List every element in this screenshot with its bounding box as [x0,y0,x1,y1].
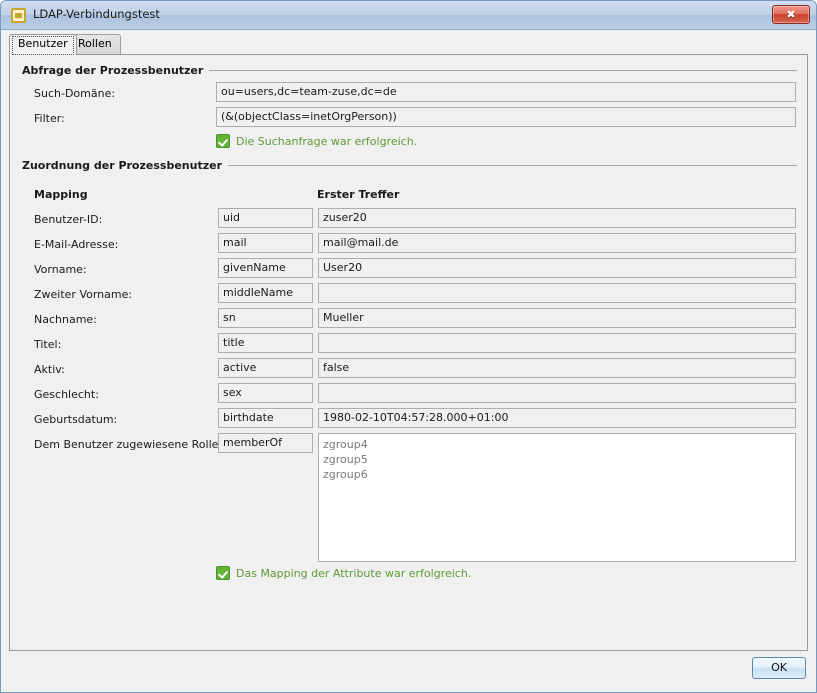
status-query-label: Die Suchanfrage war erfolgreich. [236,134,417,149]
label-benutzer-id: Benutzer-ID: [34,213,102,226]
status-mapping-label: Das Mapping der Attribute war erfolgreic… [236,566,471,581]
column-header-erster-treffer: Erster Treffer [317,188,399,201]
role-item: zgroup6 [323,467,791,482]
value-benutzer-id[interactable]: zuser20 [318,208,796,228]
label-nachname: Nachname: [34,313,97,326]
label-zweiter-vorname: Zweiter Vorname: [34,288,132,301]
window-title: LDAP-Verbindungstest [33,7,160,21]
attr-zweiter-vorname[interactable]: middleName [218,283,313,303]
attr-zugewiesene-rollen[interactable]: memberOf [218,433,313,453]
group-title-mapping: Zuordnung der Prozessbenutzer [22,159,228,172]
value-email-adresse[interactable]: mail@mail.de [318,233,796,253]
column-header-mapping: Mapping [34,188,88,201]
tab-benutzer[interactable]: Benutzer [9,34,77,55]
label-aktiv: Aktiv: [34,363,65,376]
role-item: zgroup4 [323,437,791,452]
value-nachname[interactable]: Mueller [318,308,796,328]
close-button[interactable]: ✖ [772,5,810,24]
dialog-footer: OK [2,652,815,691]
title-bar: LDAP-Verbindungstest ✖ [1,1,816,30]
attr-benutzer-id[interactable]: uid [218,208,313,228]
window-icon [11,8,26,23]
label-zugewiesene-rollen: Dem Benutzer zugewiesene Rollen: [34,438,229,451]
label-vorname: Vorname: [34,263,87,276]
role-item: zgroup5 [323,452,791,467]
value-titel[interactable] [318,333,796,353]
label-email-adresse: E-Mail-Adresse: [34,238,118,251]
value-geschlecht[interactable] [318,383,796,403]
label-geschlecht: Geschlecht: [34,388,99,401]
field-such-domaene[interactable]: ou=users,dc=team-zuse,dc=de [216,82,796,102]
attr-titel[interactable]: title [218,333,313,353]
attr-nachname[interactable]: sn [218,308,313,328]
attr-aktiv[interactable]: active [218,358,313,378]
value-zugewiesene-rollen-list[interactable]: zgroup4 zgroup5 zgroup6 [318,433,796,562]
tab-rollen-label: Rollen [78,37,112,50]
group-title-query: Abfrage der Prozessbenutzer [22,64,209,77]
attr-vorname[interactable]: givenName [218,258,313,278]
tab-benutzer-label: Benutzer [18,37,68,50]
value-aktiv[interactable]: false [318,358,796,378]
label-such-domaene: Such-Domäne: [34,87,115,100]
check-icon [216,134,230,148]
label-titel: Titel: [34,338,61,351]
value-zweiter-vorname[interactable] [318,283,796,303]
value-vorname[interactable]: User20 [318,258,796,278]
label-geburtsdatum: Geburtsdatum: [34,413,117,426]
tab-content-benutzer: Abfrage der Prozessbenutzer Such-Domäne:… [9,54,808,651]
attr-geburtsdatum[interactable]: birthdate [218,408,313,428]
value-geburtsdatum[interactable]: 1980-02-10T04:57:28.000+01:00 [318,408,796,428]
attr-geschlecht[interactable]: sex [218,383,313,403]
label-filter: Filter: [34,112,65,125]
ok-button[interactable]: OK [752,657,806,679]
field-filter[interactable]: (&(objectClass=inetOrgPerson)) [216,107,796,127]
attr-email-adresse[interactable]: mail [218,233,313,253]
tab-strip: Benutzer Rollen [9,34,808,54]
ldap-connection-test-window: LDAP-Verbindungstest ✖ Benutzer Rollen A… [0,0,817,693]
check-icon [216,566,230,580]
tab-rollen[interactable]: Rollen [69,34,121,54]
